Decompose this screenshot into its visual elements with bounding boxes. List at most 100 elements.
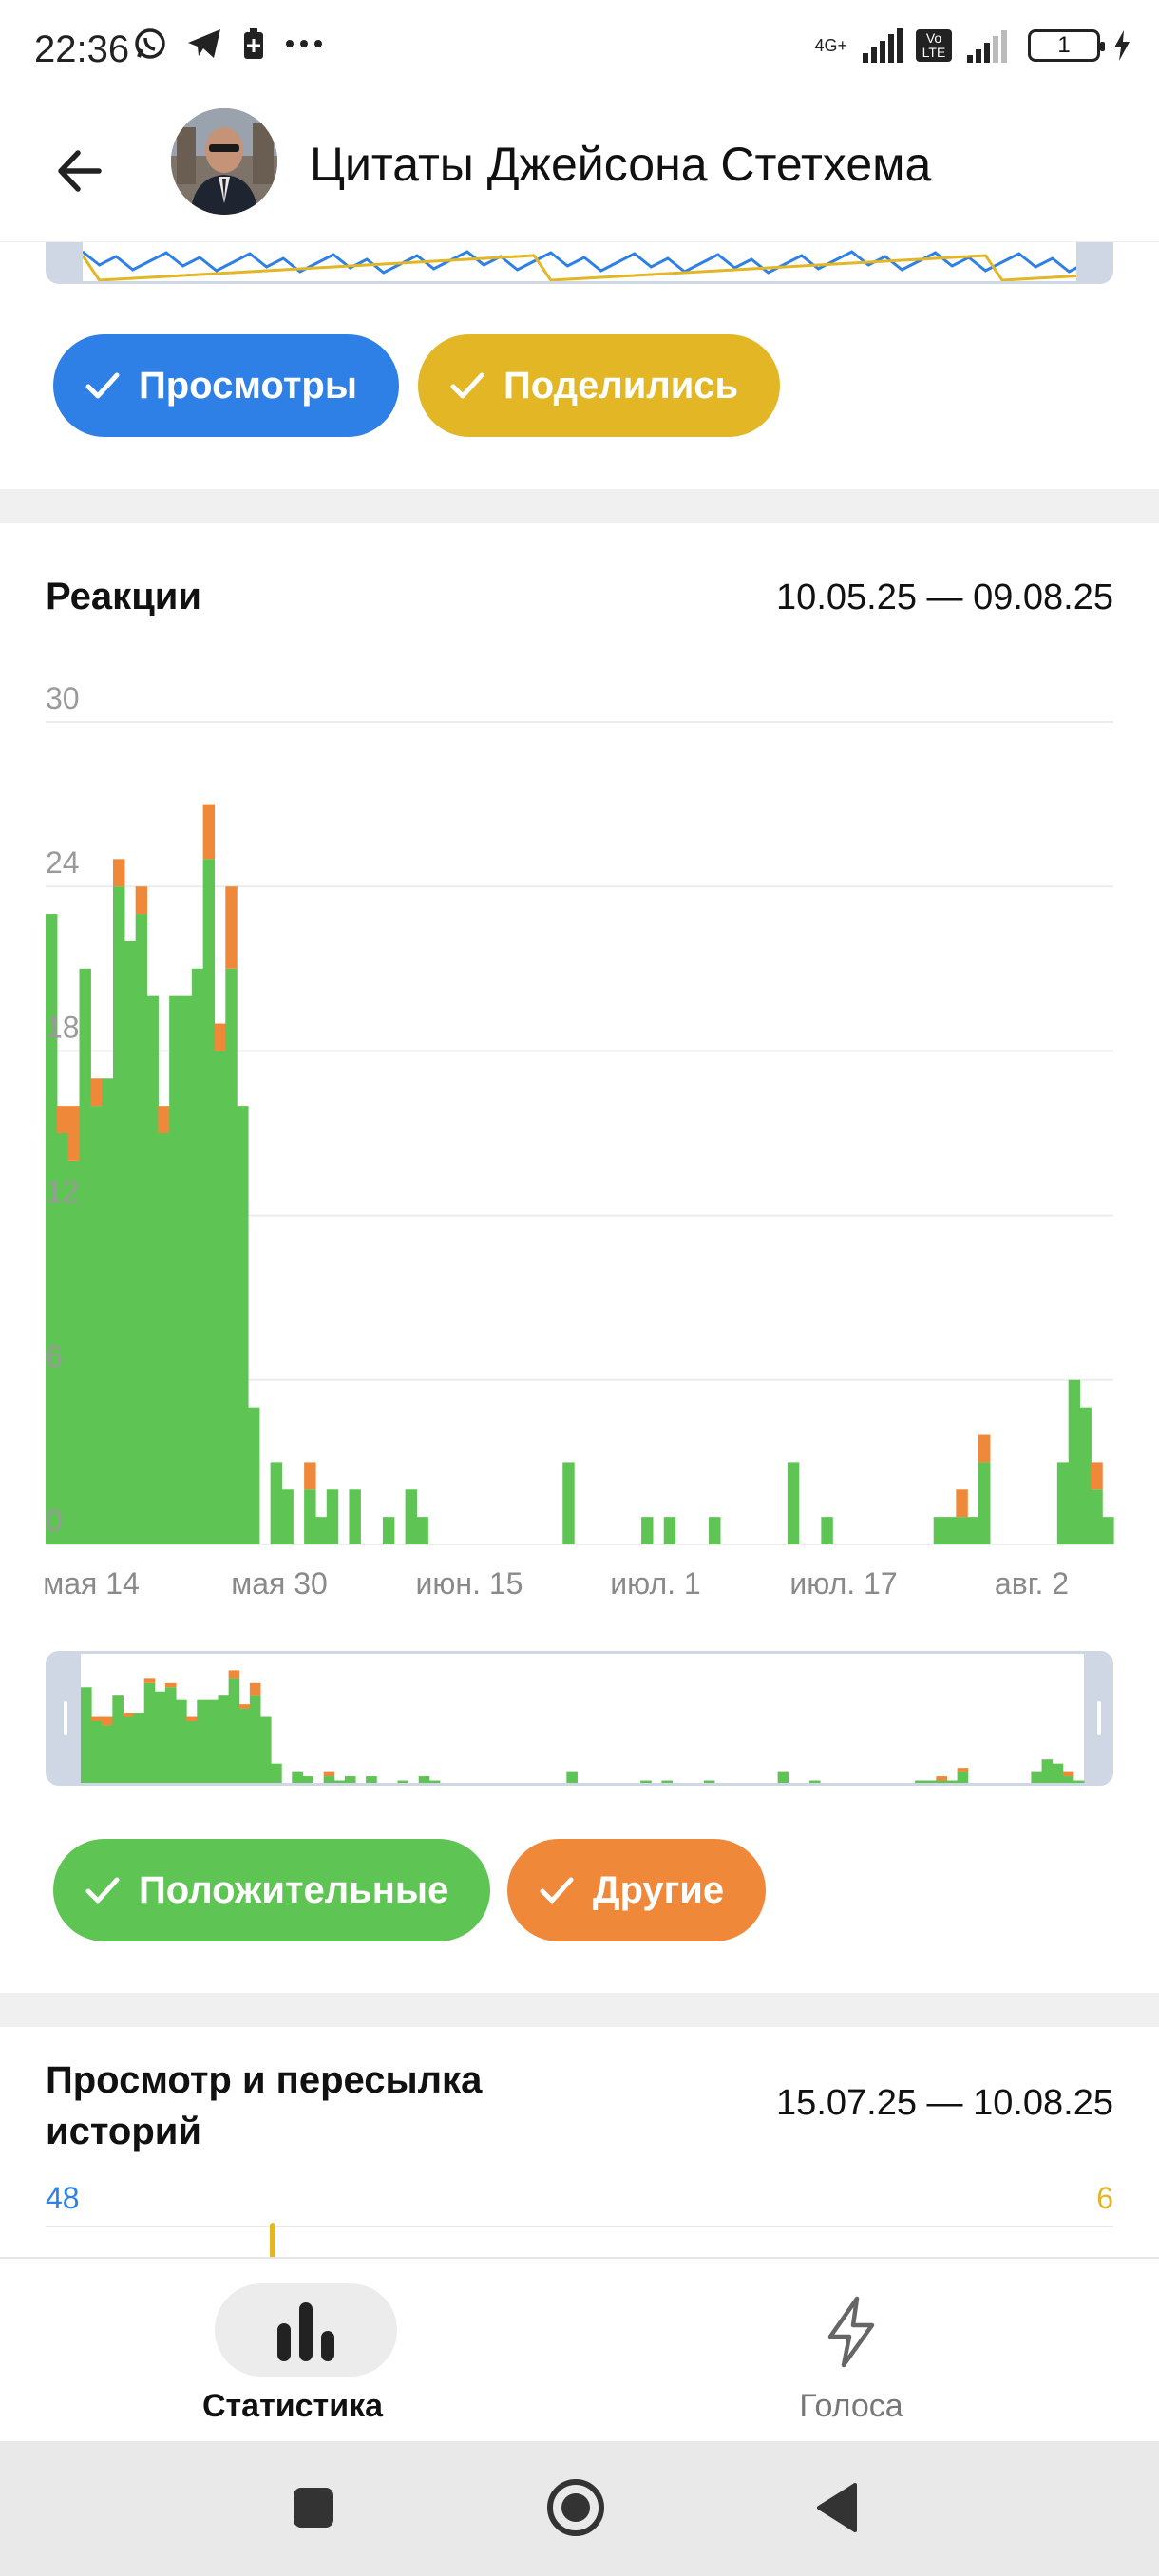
bar-positive <box>158 1133 170 1544</box>
bar-positive <box>1102 1517 1114 1544</box>
bar-positive <box>304 1489 316 1544</box>
bar-positive <box>944 1517 957 1544</box>
handle-grip <box>1097 1701 1101 1735</box>
bar-positive <box>112 886 125 1544</box>
bar-other <box>304 1462 316 1490</box>
bar-positive <box>135 914 148 1544</box>
bar-positive <box>191 968 204 1544</box>
bar-other <box>67 1106 81 1161</box>
mini-bar-other <box>936 1776 947 1781</box>
bar-positive <box>326 1489 339 1544</box>
bar-positive <box>90 1106 103 1544</box>
bar-positive <box>247 1407 260 1544</box>
x-tick-label: июл. 1 <box>610 1566 700 1601</box>
mini-bar-positive <box>397 1780 409 1783</box>
mini-bar-positive <box>925 1780 937 1783</box>
circle-icon[interactable] <box>545 2477 606 2538</box>
bar-positive <box>102 1078 114 1544</box>
stories-title-line2: историй <box>46 2111 201 2152</box>
mini-bar-positive <box>946 1780 959 1783</box>
mini-bar-positive <box>271 1763 282 1783</box>
bar-positive <box>562 1462 575 1544</box>
mini-bar-other <box>957 1768 969 1772</box>
mini-bar-positive <box>640 1780 652 1783</box>
nav-statistics[interactable]: Статистика <box>150 2283 435 2426</box>
x-tick-label: авг. 2 <box>995 1566 1069 1601</box>
mini-bar-positive <box>81 1687 92 1783</box>
reactions-minichart <box>48 1654 1111 1783</box>
mini-bar-positive <box>176 1699 187 1783</box>
reactions-range-selector[interactable] <box>46 1651 1113 1786</box>
bar-positive <box>180 995 193 1544</box>
stories-title: Просмотр и пересылка историй <box>46 2055 482 2157</box>
mini-bar-other <box>323 1771 335 1777</box>
bar-positive <box>214 1051 226 1544</box>
bar-positive <box>382 1517 395 1544</box>
mini-bar-positive <box>428 1780 441 1783</box>
nav-votes[interactable]: Голоса <box>709 2283 994 2426</box>
mini-bar-positive <box>207 1699 219 1783</box>
mini-bar-other <box>238 1704 251 1709</box>
bar-other <box>112 859 125 887</box>
bar-positive <box>416 1517 428 1544</box>
mini-bar-positive <box>915 1780 926 1783</box>
stories-peak <box>270 2223 276 2257</box>
bar-other <box>56 1106 69 1133</box>
bar-positive <box>202 859 216 1544</box>
bar-positive <box>349 1489 361 1544</box>
nav-label: Статистика <box>201 2388 384 2424</box>
nav-label: Голоса <box>799 2388 903 2424</box>
mini-bar-other <box>123 1713 135 1717</box>
x-tick-label: июн. 15 <box>416 1566 523 1601</box>
x-tick-label: мая 30 <box>231 1566 328 1601</box>
mini-bar-positive <box>661 1780 673 1783</box>
mini-bar-positive <box>164 1687 177 1783</box>
mini-bar-positive <box>703 1780 715 1783</box>
bar-positive <box>124 940 137 1544</box>
reactions-chart[interactable]: 30 24 18 12 6 0 мая 14 мая 30 июн. 15 июл. 1 июл. … <box>0 0 1159 1634</box>
section-divider <box>0 1993 1159 2027</box>
stories-y-left: 48 <box>46 2181 80 2215</box>
mini-bar-positive <box>808 1780 821 1783</box>
bar-positive <box>956 1517 968 1544</box>
y-tick-label: 24 <box>46 845 80 880</box>
bar-positive <box>225 968 238 1544</box>
bar-other <box>202 804 216 860</box>
mini-bar-positive <box>957 1771 969 1783</box>
mini-bar-positive <box>936 1780 947 1783</box>
mini-bar-other <box>143 1678 156 1683</box>
bar-other <box>214 1023 226 1051</box>
back-triangle-icon[interactable] <box>813 2481 859 2534</box>
mini-bar-positive <box>112 1695 124 1783</box>
stories-title-line1: Просмотр и пересылка <box>46 2059 483 2101</box>
mini-bar-positive <box>1052 1763 1064 1783</box>
mini-bar-positive <box>1031 1771 1043 1783</box>
mini-bar-other <box>186 1716 198 1721</box>
mini-bar-positive <box>154 1691 166 1783</box>
x-tick-label: мая 14 <box>43 1566 140 1601</box>
bar-positive <box>821 1517 833 1544</box>
check-icon <box>86 1877 120 1904</box>
toggle-positive[interactable]: Положительные <box>53 1839 491 1941</box>
mini-bar-positive <box>186 1721 198 1783</box>
toggle-other[interactable]: Другие <box>507 1839 767 1941</box>
bar-other <box>158 1106 170 1133</box>
handle-grip <box>64 1701 67 1735</box>
bar-positive <box>787 1462 800 1544</box>
bar-other <box>225 886 238 969</box>
y-tick-label: 0 <box>46 1504 63 1538</box>
mini-bar-positive <box>344 1776 356 1783</box>
mini-bar-positive <box>218 1695 230 1783</box>
screen: 22:36 4G+ Vo LTE 1 Цитаты Джейсона Стетх… <box>0 0 1159 2576</box>
bar-other <box>956 1489 968 1518</box>
mini-bar-positive <box>143 1682 156 1783</box>
mini-bar-positive <box>1062 1776 1074 1783</box>
mini-bar-other <box>228 1670 240 1679</box>
mini-bar-other <box>164 1682 177 1688</box>
bar-positive <box>709 1517 721 1544</box>
bar-positive <box>169 995 181 1544</box>
square-icon[interactable] <box>291 2485 336 2530</box>
stories-date-range: 15.07.25 — 10.08.25 <box>776 2083 1113 2123</box>
mini-bar-positive <box>102 1725 113 1783</box>
bar-positive <box>46 914 58 1544</box>
